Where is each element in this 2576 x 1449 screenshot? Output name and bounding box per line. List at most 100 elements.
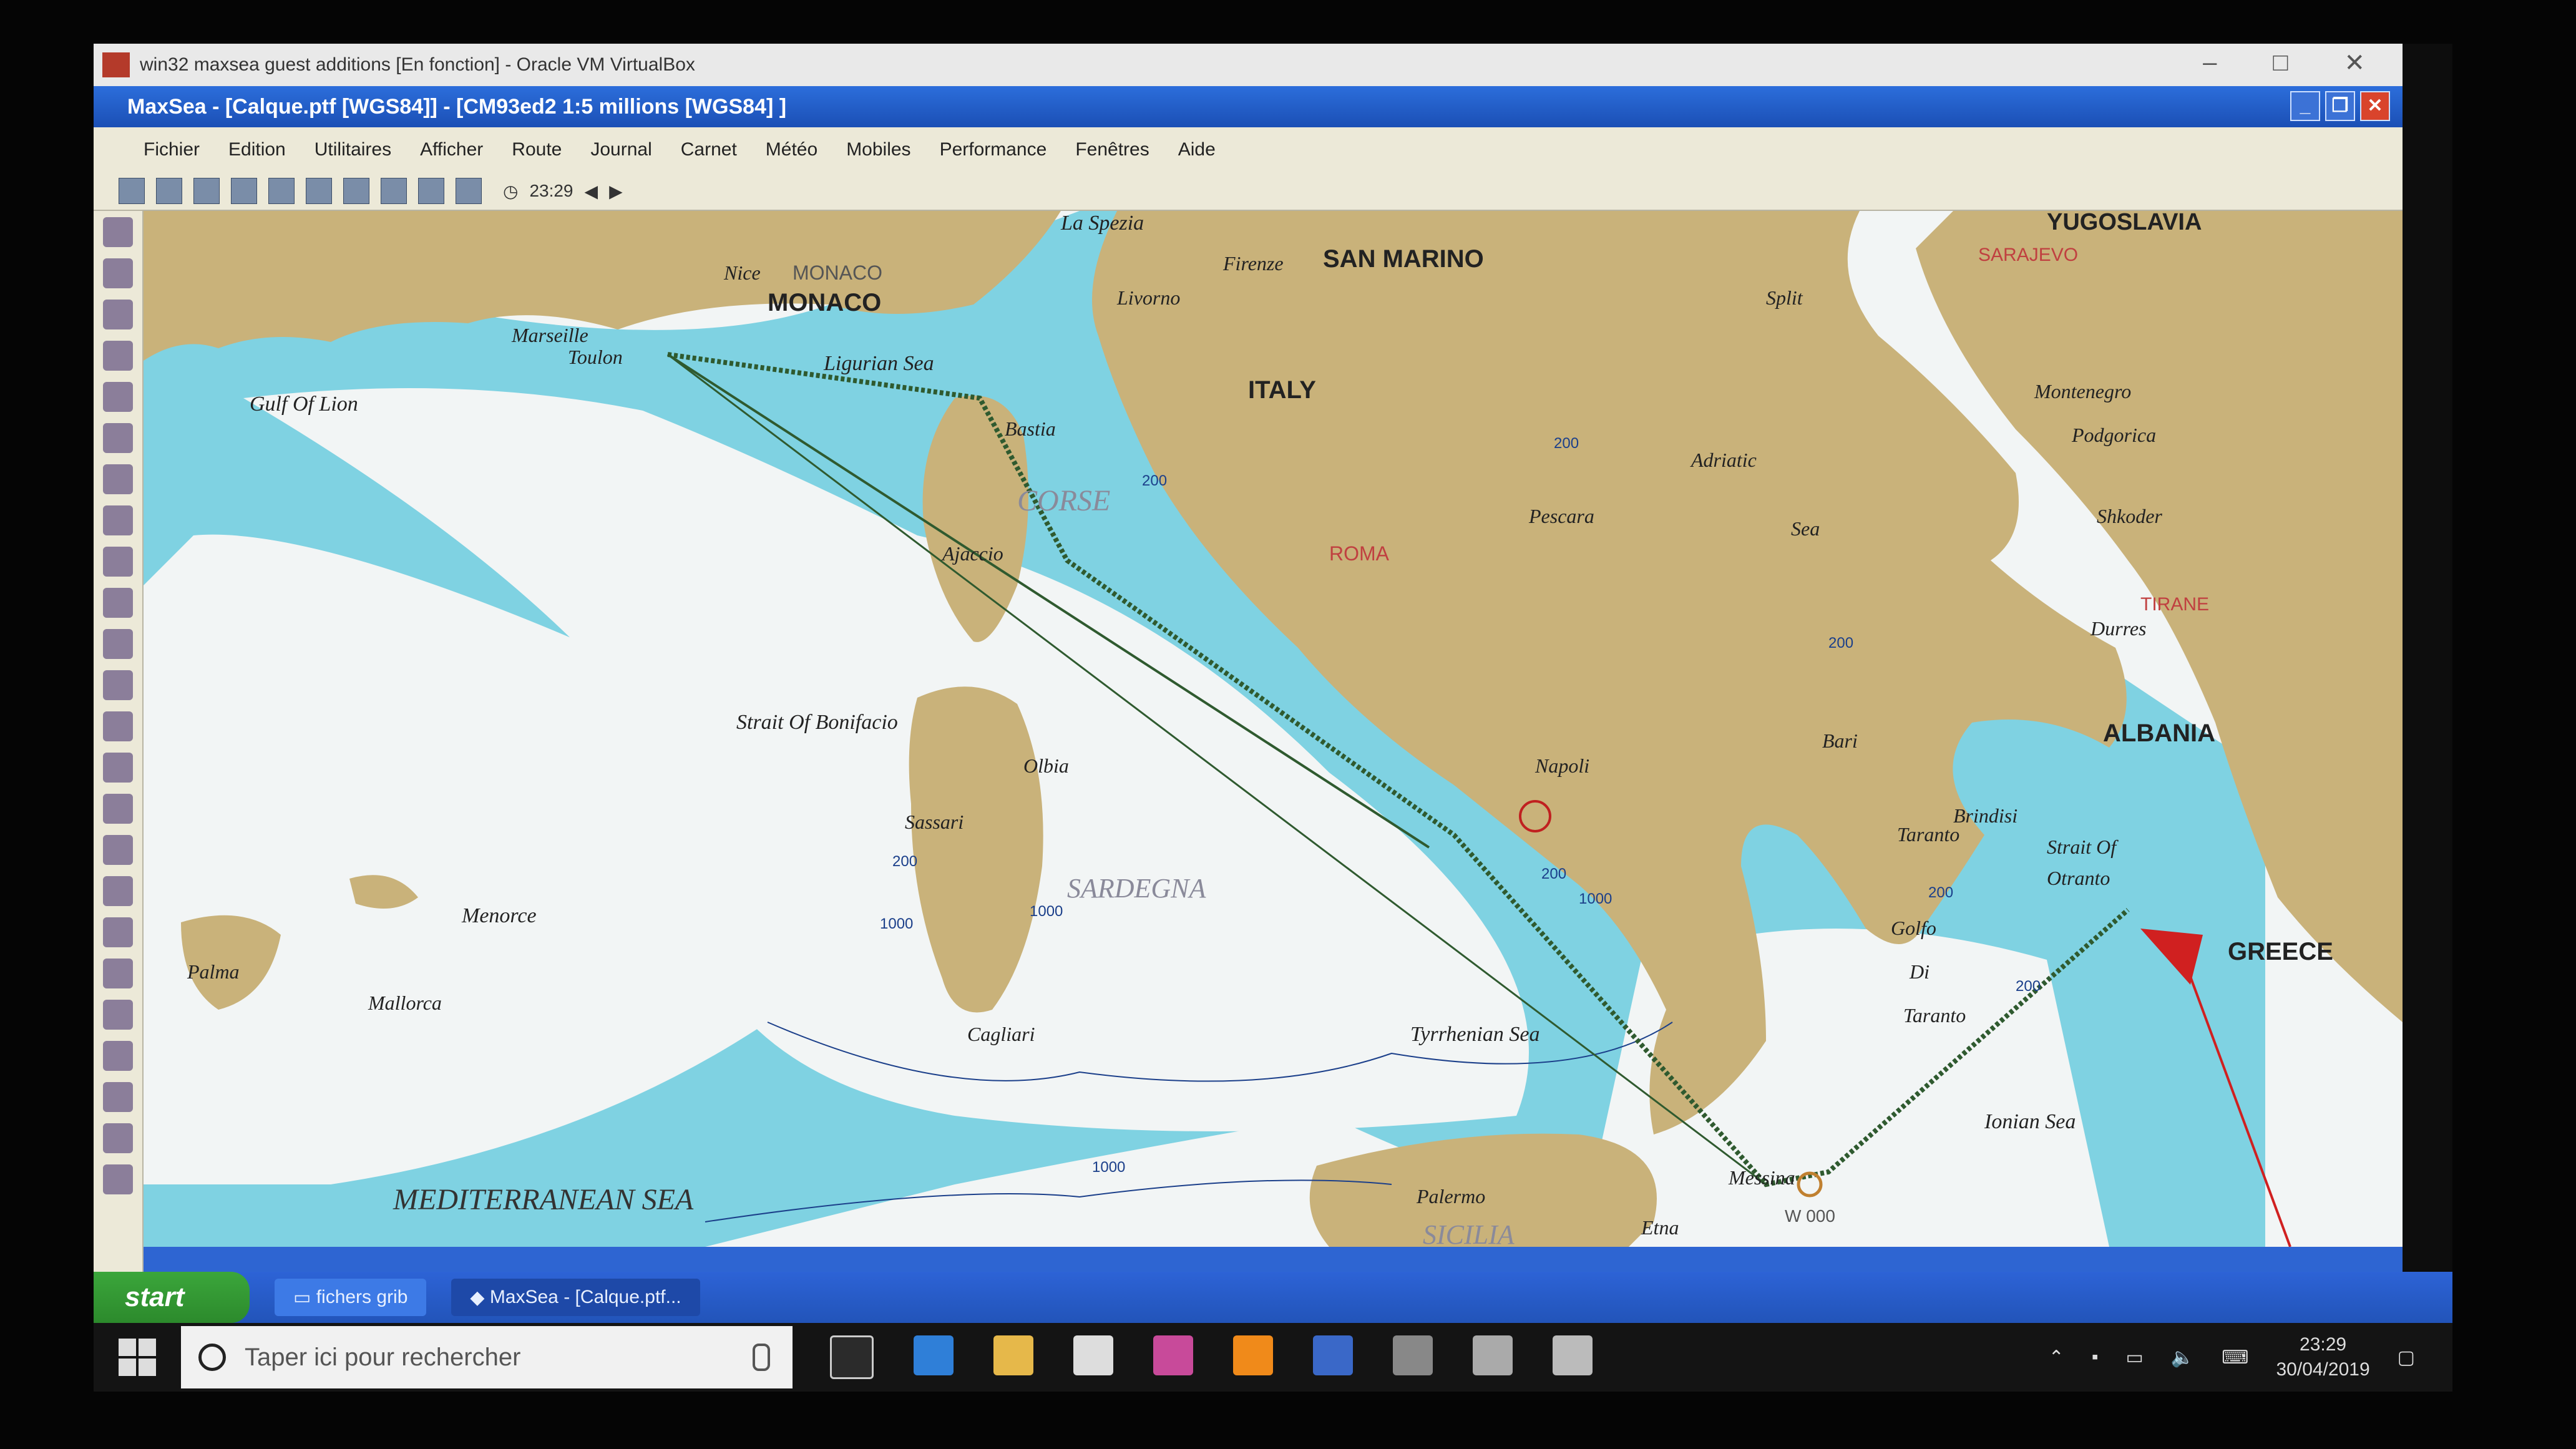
window-tool-icon[interactable] bbox=[268, 178, 295, 204]
palette-tool-21-icon[interactable] bbox=[103, 1041, 133, 1071]
menu-fichier[interactable]: Fichier bbox=[144, 139, 200, 160]
chevron-up-icon[interactable]: ⌃ bbox=[2049, 1347, 2064, 1368]
keyboard-icon[interactable]: ⌨ bbox=[2222, 1347, 2248, 1368]
label-mallorca: Mallorca bbox=[368, 992, 442, 1014]
close-icon[interactable]: ✕ bbox=[2344, 49, 2365, 77]
label-monaco: MONACO bbox=[768, 289, 881, 316]
layer-tool-icon[interactable] bbox=[193, 178, 220, 204]
palette-tool-12-icon[interactable] bbox=[103, 670, 133, 700]
palette-tool-1-icon[interactable] bbox=[103, 217, 133, 247]
label-durres: Durres bbox=[2090, 617, 2146, 640]
chart-tool-icon[interactable] bbox=[231, 178, 257, 204]
palette-tool-14-icon[interactable] bbox=[103, 753, 133, 783]
label-bastia: Bastia bbox=[1005, 417, 1056, 440]
chart-canvas[interactable]: La Spezia Nice MONACO MONACO Marseille T… bbox=[144, 211, 2403, 1247]
menu-afficher[interactable]: Afficher bbox=[420, 139, 483, 160]
magnifier-icon[interactable] bbox=[103, 382, 133, 412]
pen-icon[interactable] bbox=[103, 629, 133, 659]
cards-icon[interactable] bbox=[1073, 1335, 1113, 1375]
label-sardegna: SARDEGNA bbox=[1067, 873, 1207, 904]
palette-tool-24-icon[interactable] bbox=[103, 1164, 133, 1194]
media-icon[interactable] bbox=[1153, 1335, 1193, 1375]
toolbar: ◷ 23:29 ◀ ▶ bbox=[94, 172, 2403, 211]
menu-performance[interactable]: Performance bbox=[940, 139, 1047, 160]
hand-icon[interactable] bbox=[103, 423, 133, 453]
search-box[interactable]: Taper ici pour rechercher bbox=[181, 1326, 793, 1388]
restore-button[interactable]: ❐ bbox=[2325, 91, 2355, 121]
system-tray: ⌃ ▪ ▭ 🔈 ⌨ 23:29 30/04/2019 ▢ bbox=[2049, 1323, 2415, 1392]
palette-tool-22-icon[interactable] bbox=[103, 1082, 133, 1112]
label-mediterranean-sea: MEDITERRANEAN SEA bbox=[393, 1183, 694, 1216]
display-tool-icon[interactable] bbox=[306, 178, 332, 204]
menu-mobiles[interactable]: Mobiles bbox=[846, 139, 910, 160]
vlc-icon[interactable] bbox=[1233, 1335, 1273, 1375]
palette-tool-23-icon[interactable] bbox=[103, 1123, 133, 1153]
store-icon[interactable] bbox=[914, 1335, 954, 1375]
file-explorer-icon[interactable] bbox=[993, 1335, 1033, 1375]
label-bari: Bari bbox=[1822, 729, 1858, 752]
depth-label-2: 200 bbox=[1142, 472, 1167, 489]
palette-tool-13-icon[interactable] bbox=[103, 711, 133, 741]
target-icon[interactable] bbox=[103, 547, 133, 577]
forward-arrow-icon[interactable]: ▶ bbox=[609, 181, 623, 202]
menu-meteo[interactable]: Météo bbox=[766, 139, 817, 160]
virtualbox-icon[interactable] bbox=[1313, 1335, 1353, 1375]
palette-tool-10-icon[interactable] bbox=[103, 588, 133, 618]
volume-icon[interactable]: 🔈 bbox=[2171, 1347, 2194, 1368]
calculator-icon[interactable] bbox=[1473, 1335, 1513, 1375]
label-palermo: Palermo bbox=[1416, 1185, 1485, 1208]
info-tool-icon[interactable] bbox=[156, 178, 182, 204]
label-gulf-of-lion: Gulf Of Lion bbox=[250, 393, 358, 416]
label-palma: Palma bbox=[187, 960, 240, 983]
label-sarajevo: SARAJEVO bbox=[1978, 245, 2078, 265]
palette-tool-15-icon[interactable] bbox=[103, 794, 133, 824]
windows-start-icon[interactable] bbox=[119, 1339, 156, 1376]
close-button[interactable]: ✕ bbox=[2360, 91, 2390, 121]
maximize-icon[interactable]: □ bbox=[2273, 49, 2288, 77]
notes-icon[interactable] bbox=[1393, 1335, 1433, 1375]
sat-tool-icon[interactable] bbox=[456, 178, 482, 204]
menu-aide[interactable]: Aide bbox=[1178, 139, 1216, 160]
palette-tool-19-icon[interactable] bbox=[103, 959, 133, 988]
palette-tool-18-icon[interactable] bbox=[103, 917, 133, 947]
notification-icon[interactable]: ▢ bbox=[2398, 1347, 2415, 1368]
microphone-icon[interactable] bbox=[753, 1344, 770, 1371]
nautical-chart[interactable]: La Spezia Nice MONACO MONACO Marseille T… bbox=[144, 211, 2403, 1247]
minimize-button[interactable]: _ bbox=[2290, 91, 2320, 121]
palette-tool-2-icon[interactable] bbox=[103, 258, 133, 288]
palette-tool-16-icon[interactable] bbox=[103, 835, 133, 865]
network-icon[interactable]: ▪ bbox=[2092, 1347, 2099, 1368]
menu-route[interactable]: Route bbox=[512, 139, 562, 160]
task-view-icon[interactable] bbox=[830, 1335, 874, 1379]
depth-label-10: 200 bbox=[1541, 866, 1566, 882]
battery-icon[interactable]: ▭ bbox=[2125, 1347, 2143, 1368]
menu-fenetres[interactable]: Fenêtres bbox=[1075, 139, 1149, 160]
weather-tool-icon[interactable] bbox=[381, 178, 407, 204]
zoom-icon[interactable] bbox=[103, 341, 133, 371]
menu-edition[interactable]: Edition bbox=[228, 139, 286, 160]
palette-tool-20-icon[interactable] bbox=[103, 1000, 133, 1030]
document-icon[interactable] bbox=[1553, 1335, 1593, 1375]
route-tool-icon[interactable] bbox=[418, 178, 444, 204]
menu-utilitaires[interactable]: Utilitaires bbox=[315, 139, 391, 160]
task-maxsea[interactable]: ◆ MaxSea - [Calque.ptf... bbox=[451, 1279, 700, 1316]
tray-date: 30/04/2019 bbox=[2276, 1359, 2370, 1380]
label-monaco-small: MONACO bbox=[793, 261, 882, 284]
minimize-icon[interactable]: – bbox=[2203, 49, 2217, 77]
task-label: MaxSea - [Calque.ptf... bbox=[489, 1287, 681, 1307]
task-fichers-grib[interactable]: ▭ fichers grib bbox=[275, 1279, 427, 1316]
menu-carnet[interactable]: Carnet bbox=[681, 139, 737, 160]
pencil-tool-icon[interactable] bbox=[119, 178, 145, 204]
start-button[interactable]: start bbox=[94, 1272, 250, 1323]
palette-tool-8-icon[interactable] bbox=[103, 505, 133, 535]
palette-tool-3-icon[interactable] bbox=[103, 300, 133, 329]
depth-label-11: 1000 bbox=[1092, 1159, 1125, 1176]
palette-tool-7-icon[interactable] bbox=[103, 464, 133, 494]
tray-clock[interactable]: 23:29 30/04/2019 bbox=[2276, 1332, 2369, 1382]
back-arrow-icon[interactable]: ◀ bbox=[585, 181, 598, 202]
palette-tool-17-icon[interactable] bbox=[103, 876, 133, 906]
grid-tool-icon[interactable] bbox=[343, 178, 369, 204]
depth-label-7: 200 bbox=[1928, 884, 1953, 901]
menu-journal[interactable]: Journal bbox=[590, 139, 651, 160]
label-strait-of-bonifacio: Strait Of Bonifacio bbox=[736, 711, 898, 734]
